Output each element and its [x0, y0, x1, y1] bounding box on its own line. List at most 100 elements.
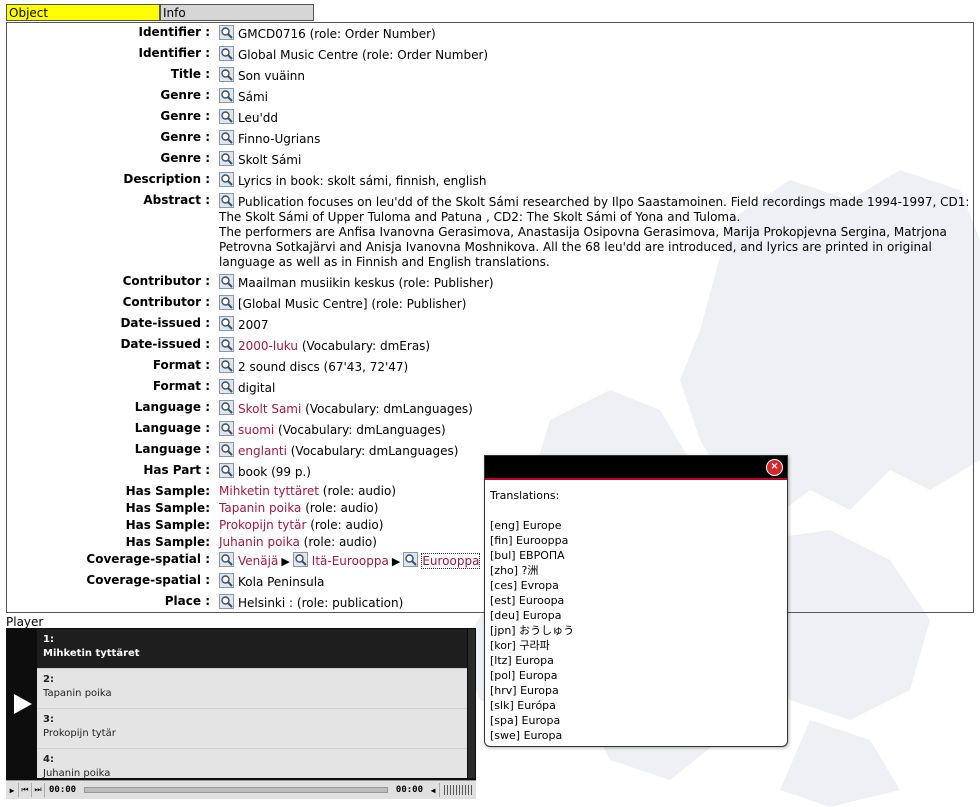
translation-text: Europa	[520, 729, 563, 742]
magnifier-icon[interactable]	[219, 25, 234, 40]
translation-text: Europa	[516, 684, 559, 697]
translation-item: [ltz] Europa	[490, 653, 782, 668]
magnifier-icon[interactable]	[219, 421, 234, 436]
close-icon[interactable]: ×	[766, 459, 783, 476]
magnifier-icon[interactable]	[219, 337, 234, 352]
playlist-item[interactable]: 1: Mihketin tyttäret	[37, 629, 467, 669]
magnifier-icon[interactable]	[292, 552, 308, 567]
value-text: (Vocabulary: dmLanguages)	[301, 402, 473, 416]
popup-body: Translations: [eng] Europe [fin] Eurooppa…	[485, 480, 787, 751]
metadata-label: Abstract :	[143, 193, 210, 207]
value-link[interactable]: Itä-Eurooppa	[312, 554, 389, 568]
metadata-label: Format :	[152, 358, 210, 372]
playlist-item-number: 3:	[43, 714, 54, 725]
metadata-value: Sámi	[219, 88, 969, 105]
playlist-item[interactable]: 4: Juhanin poika	[37, 749, 467, 778]
playlist-item-number: 2:	[43, 674, 54, 685]
magnifier-icon[interactable]	[219, 552, 234, 567]
value-text: GMCD0716 (role: Order Number)	[238, 27, 436, 41]
translation-item: [zho] ?洲	[490, 563, 782, 578]
magnifier-icon[interactable]	[219, 400, 234, 415]
magnifier-icon[interactable]	[219, 88, 234, 103]
translation-item: [jpn] おうしゅう	[490, 623, 782, 638]
tab-bar: Object Info	[6, 4, 314, 23]
magnifier-icon[interactable]	[403, 552, 419, 567]
magnifier-icon[interactable]	[219, 67, 234, 82]
metadata-value: Lyrics in book: skolt sámi, finnish, eng…	[219, 172, 969, 189]
magnifier-icon[interactable]	[219, 442, 234, 457]
playlist-scrollbar[interactable]	[468, 629, 475, 778]
magnifier-icon[interactable]	[219, 358, 234, 373]
language-code: [spa]	[490, 714, 519, 727]
play-small-icon[interactable]: ▶	[6, 783, 19, 797]
previous-icon[interactable]: ⏮	[19, 783, 32, 797]
metadata-label: Date-issued :	[120, 316, 210, 330]
value-text: (role: audio)	[306, 518, 384, 532]
translation-item: [eng] Europe	[490, 518, 782, 533]
metadata-label: Format :	[152, 379, 210, 393]
magnifier-icon[interactable]	[219, 46, 234, 61]
tab-object[interactable]: Object	[6, 4, 160, 21]
metadata-label: Has Sample:	[125, 535, 210, 549]
metadata-value: Skolt Sami (Vocabulary: dmLanguages)	[219, 400, 969, 417]
value-link[interactable]: Mihketin tyttäret	[219, 484, 319, 498]
language-code: [pol]	[490, 669, 516, 682]
translation-text: ?洲	[518, 564, 539, 577]
tab-info[interactable]: Info	[160, 4, 314, 21]
value-link[interactable]: Venäjä	[238, 554, 278, 568]
magnifier-icon[interactable]	[219, 463, 234, 478]
metadata-value: GMCD0716 (role: Order Number)	[219, 25, 969, 42]
metadata-label: Identifier :	[138, 25, 210, 39]
translation-item: [fin] Eurooppa	[490, 533, 782, 548]
value-link[interactable]: Juhanin poika	[219, 535, 300, 549]
value-text: [Global Music Centre] (role: Publisher)	[238, 297, 467, 311]
language-code: [slk]	[490, 699, 514, 712]
magnifier-icon[interactable]	[219, 316, 234, 331]
playlist-item[interactable]: 3: Prokopijn tytär	[37, 709, 467, 749]
metadata-label: Has Sample:	[125, 518, 210, 532]
magnifier-icon[interactable]	[219, 594, 234, 609]
value-link[interactable]: Tapanin poika	[219, 501, 301, 515]
metadata-value: 2007	[219, 316, 969, 333]
volume-icon[interactable]: ◀	[427, 783, 440, 797]
language-code: [kor]	[490, 639, 516, 652]
value-text: (Vocabulary: dmLanguages)	[274, 423, 446, 437]
translation-text: Europa	[519, 609, 562, 622]
magnifier-icon[interactable]	[219, 274, 234, 289]
value-link[interactable]: Skolt Sami	[238, 402, 301, 416]
magnifier-icon[interactable]	[219, 109, 234, 124]
breadcrumb-arrow-icon: ▶	[391, 555, 401, 568]
value-link[interactable]: Prokopijn tytär	[219, 518, 306, 532]
magnifier-icon[interactable]	[219, 379, 234, 394]
metadata-value: Finno-Ugrians	[219, 130, 969, 147]
value-link[interactable]: suomi	[238, 423, 274, 437]
volume-slider[interactable]	[444, 785, 472, 795]
metadata-value: Leu'dd	[219, 109, 969, 126]
value-text: (Vocabulary: dmLanguages)	[286, 444, 459, 458]
metadata-value: 2 sound discs (67'43, 72'47)	[219, 358, 969, 375]
value-text: book (99 p.)	[238, 465, 311, 479]
magnifier-icon[interactable]	[219, 573, 234, 588]
metadata-label: Coverage-spatial :	[86, 552, 210, 566]
metadata-value: suomi (Vocabulary: dmLanguages)	[219, 421, 969, 438]
magnifier-icon[interactable]	[219, 130, 234, 145]
magnifier-icon[interactable]	[219, 172, 234, 187]
playlist-item[interactable]: 2: Tapanin poika	[37, 669, 467, 709]
metadata-label: Has Sample:	[125, 501, 210, 515]
magnifier-icon[interactable]	[219, 295, 234, 310]
playlist-item-number: 1:	[43, 634, 54, 645]
next-icon[interactable]: ⏭	[32, 783, 45, 797]
magnifier-icon[interactable]	[219, 151, 234, 166]
translation-item: [est] Euroopa	[490, 593, 782, 608]
magnifier-icon[interactable]	[219, 193, 234, 208]
seek-bar[interactable]	[84, 787, 388, 793]
value-link[interactable]: englanti	[238, 444, 287, 458]
value-text: digital	[238, 381, 276, 395]
value-link[interactable]: 2000-luku	[238, 339, 298, 353]
time-current: 00:00	[49, 785, 77, 795]
language-code: [jpn]	[490, 624, 516, 637]
value-link[interactable]: Eurooppa	[421, 553, 481, 569]
play-column	[6, 628, 36, 778]
playlist[interactable]: 1: Mihketin tyttäret 2: Tapanin poika 3: Prok…	[37, 629, 467, 778]
play-icon[interactable]	[14, 694, 32, 714]
